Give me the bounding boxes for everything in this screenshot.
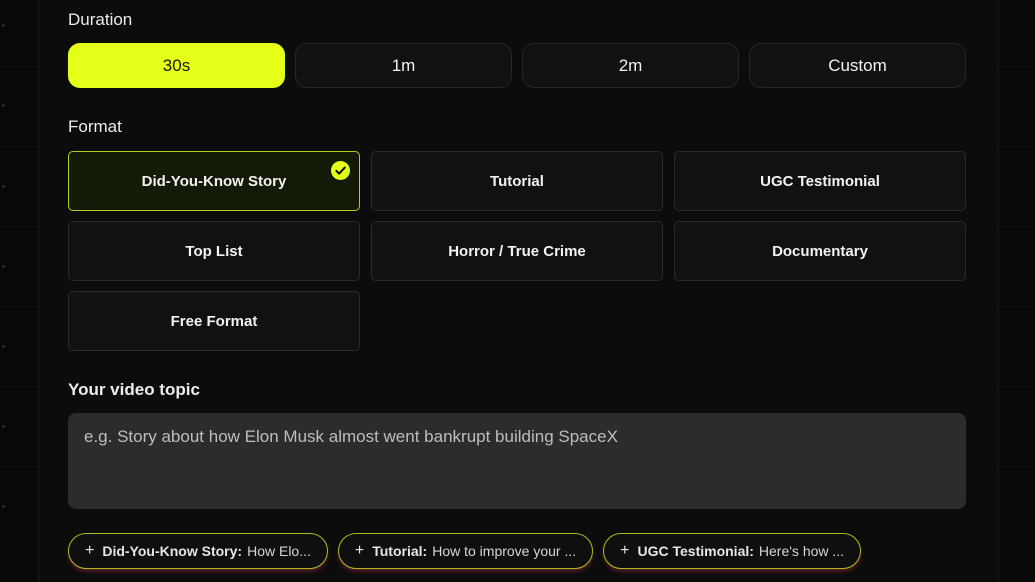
plus-icon: +: [620, 542, 630, 559]
duration-options: 30s 1m 2m Custom: [68, 43, 966, 88]
format-did-you-know-story-card[interactable]: Did-You-Know Story: [68, 151, 360, 211]
page: Duration 30s 1m 2m Custom Format Did-You…: [0, 0, 1035, 582]
background-grid-line: [997, 66, 1035, 67]
suggestion-chip[interactable]: + Tutorial: How to improve your ...: [337, 533, 594, 569]
background-grid-line: [997, 466, 1035, 467]
background-grid-line: [0, 66, 38, 67]
background-dot: [2, 104, 5, 107]
format-card-label: Did-You-Know Story: [141, 172, 287, 190]
suggestion-text: Here's how ...: [758, 543, 845, 559]
format-documentary-card[interactable]: Documentary: [674, 221, 966, 281]
duration-label: Duration: [68, 10, 133, 29]
background-grid-line: [997, 306, 1035, 307]
background-dot: [2, 265, 5, 268]
format-card-label: Tutorial: [490, 172, 544, 190]
video-topic-input[interactable]: [68, 413, 966, 509]
background-dot: [2, 505, 5, 508]
topic-suggestions: + Did-You-Know Story: How Elo... + Tutor…: [68, 533, 862, 569]
plus-icon: +: [354, 542, 365, 559]
background-grid-line: [0, 306, 38, 307]
topic-label: Your video topic: [68, 380, 200, 399]
background-grid-line: [997, 226, 1035, 227]
suggestion-format: Did-You-Know Story:: [102, 543, 243, 559]
background-dot: [2, 24, 5, 27]
background-grid-line: [0, 466, 38, 467]
format-ugc-testimonial-card[interactable]: UGC Testimonial: [674, 151, 966, 211]
format-card-label: UGC Testimonial: [760, 172, 880, 190]
duration-2m-button[interactable]: 2m: [522, 43, 739, 88]
duration-1m-button[interactable]: 1m: [295, 43, 512, 88]
suggestion-text: How Elo...: [247, 543, 311, 559]
background-grid-line: [0, 146, 38, 147]
format-card-label: Horror / True Crime: [448, 242, 586, 260]
background-edge-right: [997, 0, 1035, 582]
suggestion-chip[interactable]: + Did-You-Know Story: How Elo...: [68, 533, 328, 569]
format-card-label: Free Format: [170, 312, 258, 330]
format-horror-true-crime-card[interactable]: Horror / True Crime: [371, 221, 663, 281]
format-top-list-card[interactable]: Top List: [68, 221, 360, 281]
background-dot: [2, 345, 5, 348]
duration-30s-button[interactable]: 30s: [68, 43, 285, 88]
suggestion-chip[interactable]: + UGC Testimonial: Here's how ...: [603, 533, 862, 569]
background-edge-left: [0, 0, 38, 582]
background-grid-line: [0, 386, 38, 387]
suggestion-format: UGC Testimonial:: [637, 543, 754, 559]
check-circle-icon: [331, 161, 350, 180]
background-dot: [2, 185, 5, 188]
suggestion-text: How to improve your ...: [432, 543, 577, 559]
format-tutorial-card[interactable]: Tutorial: [371, 151, 663, 211]
background-grid-line: [997, 386, 1035, 387]
format-card-label: Documentary: [772, 242, 868, 260]
suggestion-format: Tutorial:: [372, 543, 428, 559]
background-grid-line: [997, 146, 1035, 147]
background-grid-line: [0, 226, 38, 227]
plus-icon: +: [85, 542, 95, 559]
format-free-format-card[interactable]: Free Format: [68, 291, 360, 351]
background-dot: [2, 425, 5, 428]
format-label: Format: [68, 117, 122, 136]
format-card-label: Top List: [185, 242, 243, 260]
duration-custom-button[interactable]: Custom: [749, 43, 966, 88]
format-options: Did-You-Know Story Tutorial UGC Testimon…: [68, 151, 966, 351]
